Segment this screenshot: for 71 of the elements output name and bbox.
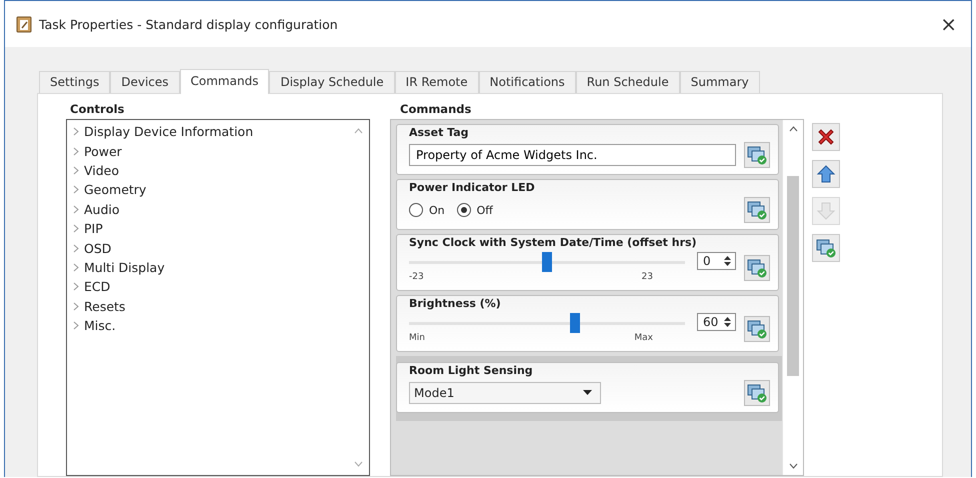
command-title: Brightness (%) (409, 297, 502, 310)
tree-item[interactable]: Audio (84, 202, 120, 217)
group-title: Controls (69, 101, 126, 118)
slider-thumb[interactable] (570, 312, 580, 332)
tab[interactable]: Summary (680, 71, 760, 93)
command-title: Power Indicator LED (409, 181, 536, 194)
tree-item[interactable]: OSD (84, 240, 112, 256)
delete-icon (816, 127, 836, 147)
tab[interactable]: Devices (110, 71, 180, 93)
apply-button[interactable] (744, 255, 770, 281)
apply-icon (816, 238, 836, 258)
chevron-icon (73, 282, 79, 292)
tab[interactable]: Commands (180, 69, 270, 94)
max-label: 23 (642, 272, 653, 282)
chevron-icon (73, 224, 79, 234)
up-arrow-button[interactable] (812, 160, 840, 188)
tree-item[interactable]: Misc. (84, 318, 116, 334)
command-title: Asset Tag (409, 126, 470, 139)
apply-icon (747, 200, 767, 220)
tree-item[interactable]: ECD (84, 279, 110, 294)
tree-item[interactable]: Resets (84, 298, 126, 314)
window-title: Task Properties - Standard display configuration (39, 16, 339, 32)
tree-item[interactable]: Video (84, 162, 120, 178)
radio-button[interactable]: Off (456, 203, 493, 217)
apply-icon (747, 258, 767, 278)
scroll-down-icon[interactable] (788, 463, 798, 469)
down-arrow-icon (816, 201, 836, 221)
apply-icon (747, 319, 767, 339)
apply-button[interactable] (744, 142, 770, 168)
apply-icon (747, 383, 767, 403)
radio-button[interactable]: On (409, 203, 445, 217)
dropdown-arrow-icon (583, 390, 592, 396)
spin-arrows-icon (723, 255, 732, 267)
chevron-icon (73, 127, 79, 136)
tab[interactable]: Notifications (478, 71, 576, 93)
tree-item[interactable]: PIP (84, 221, 103, 236)
max-label: Max (634, 332, 653, 342)
scroll-up-icon[interactable] (788, 126, 798, 132)
tab[interactable]: Run Schedule (576, 71, 680, 93)
min-label: -23 (409, 272, 424, 282)
command-title: Room Light Sensing (409, 364, 534, 377)
up-arrow-icon (816, 164, 836, 184)
tree-item[interactable]: Power (84, 144, 122, 159)
min-label: Min (409, 332, 425, 342)
chevron-icon (73, 321, 79, 330)
chevron-icon (73, 204, 79, 214)
scrollbar-thumb[interactable] (787, 176, 799, 376)
slider-thumb[interactable] (542, 252, 552, 272)
apply-button[interactable] (744, 380, 770, 406)
dropdown[interactable]: Mode1 (409, 382, 601, 404)
text-field[interactable]: Property of Acme Widgets Inc. (409, 144, 736, 166)
tree-item[interactable]: Multi Display (84, 260, 165, 275)
tab[interactable]: Settings (39, 71, 110, 93)
spin-box[interactable]: 60 (697, 313, 736, 331)
spin-box[interactable]: 0 (697, 252, 736, 270)
delete-button[interactable] (812, 123, 840, 151)
tab[interactable]: Display Schedule (269, 71, 395, 93)
clipboard-icon (15, 15, 33, 33)
command-title: Sync Clock with System Date/Time (offset hrs) (409, 236, 698, 249)
tree-item[interactable]: Geometry (84, 182, 146, 198)
group-title: Commands (399, 101, 472, 118)
apply-button[interactable] (744, 316, 770, 342)
apply-button[interactable] (812, 234, 840, 262)
tree-item[interactable]: Display Device Information (84, 124, 254, 140)
spin-arrows-icon (723, 316, 732, 328)
apply-button[interactable] (744, 197, 770, 223)
chevron-icon (73, 185, 79, 194)
close-button[interactable]: × (934, 12, 963, 36)
tab[interactable]: IR Remote (394, 71, 479, 93)
chevron-icon (73, 302, 79, 311)
apply-icon (747, 145, 767, 165)
